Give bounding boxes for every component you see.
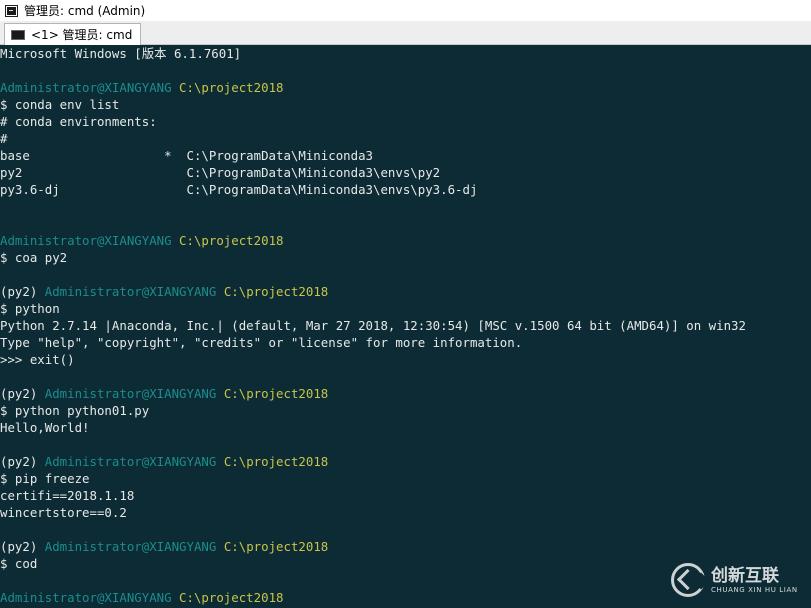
prompt-user-host: Administrator@XIANGYANG — [44, 284, 224, 299]
console-text: >>> exit() — [0, 352, 75, 367]
console-line: Hello,World! — [0, 419, 90, 436]
console-line: (py2) Administrator@XIANGYANG C:\project… — [0, 283, 328, 300]
prompt-path: C:\project2018 — [223, 284, 329, 299]
prompt-path: C:\project2018 — [223, 454, 329, 469]
console-text: Type "help", "copyright", "credits" or "… — [0, 335, 523, 350]
console-line: $ pip freeze — [0, 470, 90, 487]
prompt-user-host: Administrator@XIANGYANG — [0, 590, 180, 605]
console-line: (py2) Administrator@XIANGYANG C:\project… — [0, 538, 328, 555]
console-text: Hello,World! — [0, 420, 90, 435]
console-text: $ coa py2 — [0, 250, 68, 265]
prompt-user-host: Administrator@XIANGYANG — [0, 80, 180, 95]
console-text: $ cod — [0, 556, 38, 571]
prompt-user-host: Administrator@XIANGYANG — [44, 454, 224, 469]
console-icon — [5, 4, 18, 17]
tab-label: <1> 管理员: cmd — [31, 28, 133, 42]
console-line: $ conda env list — [0, 96, 119, 113]
console-line: $ python — [0, 300, 60, 317]
console-line: >>> exit() — [0, 351, 75, 368]
console-line: $ coa py2 — [0, 249, 67, 266]
prompt-user-host: Administrator@XIANGYANG — [44, 539, 224, 554]
watermark-subtext: CHUANG XIN HU LIAN — [711, 585, 798, 594]
console-text: Python 2.7.14 |Anaconda, Inc.| (default,… — [0, 318, 746, 333]
console-line: py2 C:\ProgramData\Miniconda3\envs\py2 — [0, 164, 440, 181]
prompt-user-host: Administrator@XIANGYANG — [44, 386, 224, 401]
console-line: base * C:\ProgramData\Miniconda3 — [0, 147, 373, 164]
console-line: (py2) Administrator@XIANGYANG C:\project… — [0, 453, 328, 470]
tab-cmd[interactable]: <1> 管理员: cmd — [4, 23, 142, 45]
prompt-path: C:\project2018 — [179, 590, 284, 605]
watermark-text: 创新互联 — [711, 565, 779, 586]
brand-logo-icon — [671, 563, 705, 597]
console-text: $ conda env list — [0, 97, 120, 112]
console-text: (py2) — [0, 284, 45, 299]
console-text: wincertstore==0.2 — [0, 505, 127, 520]
prompt-path: C:\project2018 — [223, 539, 329, 554]
console-text: certifi==2018.1.18 — [0, 488, 135, 503]
prompt-path: C:\project2018 — [179, 233, 284, 248]
console-line: $ python python01.py — [0, 402, 149, 419]
console-line: Microsoft Windows [版本 6.1.7601] — [0, 45, 241, 62]
console-line: Administrator@XIANGYANG C:\project2018 — [0, 79, 283, 96]
console-line: Administrator@XIANGYANG C:\project2018 — [0, 232, 283, 249]
console-line: Type "help", "copyright", "credits" or "… — [0, 334, 522, 351]
console-line: py3.6-dj C:\ProgramData\Miniconda3\envs\… — [0, 181, 477, 198]
console-text: (py2) — [0, 454, 45, 469]
console-line: Administrator@XIANGYANG C:\project2018 — [0, 589, 283, 606]
console-text: $ python — [0, 301, 60, 316]
prompt-path: C:\project2018 — [179, 80, 284, 95]
console-line: $ cod — [0, 555, 37, 572]
prompt-path: C:\project2018 — [223, 386, 329, 401]
watermark: 创新互联 CHUANG XIN HU LIAN — [671, 560, 803, 600]
console-text: # — [0, 131, 8, 146]
prompt-user-host: Administrator@XIANGYANG — [0, 233, 180, 248]
console-text: $ python python01.py — [0, 403, 150, 418]
console-output[interactable]: Microsoft Windows [版本 6.1.7601] Administr… — [0, 45, 811, 608]
console-line: (py2) Administrator@XIANGYANG C:\project… — [0, 385, 328, 402]
console-line: # conda environments: — [0, 113, 157, 130]
console-text: (py2) — [0, 539, 45, 554]
console-text: (py2) — [0, 386, 45, 401]
console-text: base * C:\ProgramData\Miniconda3 — [0, 148, 373, 163]
window-titlebar[interactable]: 管理员: cmd (Admin) — [0, 0, 811, 21]
console-text: # conda environments: — [0, 114, 157, 129]
console-text: Microsoft Windows [版本 6.1.7601] — [0, 46, 242, 61]
tab-bar: <1> 管理员: cmd — [0, 21, 811, 45]
console-line: Python 2.7.14 |Anaconda, Inc.| (default,… — [0, 317, 746, 334]
console-icon — [11, 29, 25, 40]
window-title: 管理员: cmd (Admin) — [24, 4, 146, 18]
console-text: py2 C:\ProgramData\Miniconda3\envs\py2 — [0, 165, 441, 180]
console-line: # — [0, 130, 7, 147]
console-text: py3.6-dj C:\ProgramData\Miniconda3\envs\… — [0, 182, 478, 197]
console-text: $ pip freeze — [0, 471, 90, 486]
console-line: wincertstore==0.2 — [0, 504, 127, 521]
console-line: certifi==2018.1.18 — [0, 487, 134, 504]
